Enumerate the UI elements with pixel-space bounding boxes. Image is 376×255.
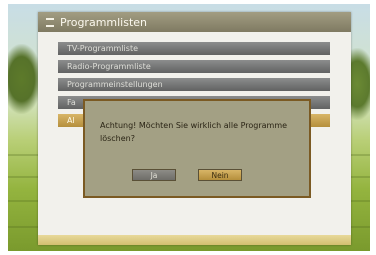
menu-item-program-settings[interactable]: Programmeinstellungen [58, 78, 330, 91]
menu-item-radio-list[interactable]: Radio-Programmliste [58, 60, 330, 73]
menu-icon [46, 17, 54, 27]
menu-item-tv-list[interactable]: TV-Programmliste [58, 42, 330, 55]
confirm-dialog: Achtung! Möchten Sie wirklich alle Progr… [83, 99, 311, 198]
panel-title: Programmlisten [60, 15, 148, 29]
background-tree-left [8, 44, 42, 114]
no-button[interactable]: Nein [198, 169, 242, 181]
yes-button[interactable]: Ja [132, 169, 176, 181]
panel-header: Programmlisten [38, 12, 351, 32]
panel-footer [38, 235, 351, 245]
dialog-message: Achtung! Möchten Sie wirklich alle Progr… [100, 121, 288, 143]
